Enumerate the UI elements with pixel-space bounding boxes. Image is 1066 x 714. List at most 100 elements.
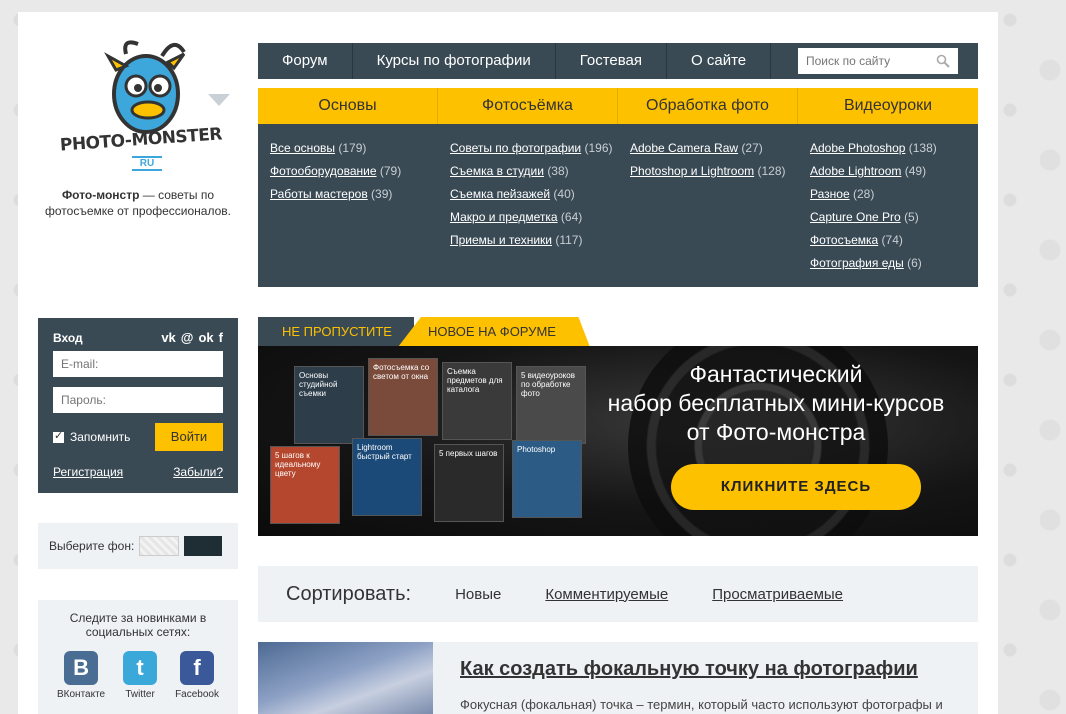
submenu-link[interactable]: Adobe Lightroom (49) xyxy=(810,163,978,179)
category-shooting[interactable]: Фотосъёмка xyxy=(438,88,618,124)
banner-line-2: набор бесплатных мини-курсов xyxy=(607,390,945,416)
search-icon[interactable] xyxy=(936,54,950,68)
site-tagline: Фото-монстр — советы по фотосъемке от пр… xyxy=(38,187,238,219)
article-card: Как создать фокальную точку на фотографи… xyxy=(258,642,978,714)
submenu-column-basics: Все основы (179) Фотооборудование (79) Р… xyxy=(258,140,438,287)
login-header: Вход vk @ ok f xyxy=(53,330,223,345)
register-link[interactable]: Регистрация xyxy=(53,465,123,479)
article-thumbnail[interactable] xyxy=(258,642,433,714)
top-navigation: Форум Курсы по фотографии Гостевая О сай… xyxy=(258,43,978,79)
facebook-link[interactable]: f Facebook xyxy=(175,651,219,702)
social-follow-panel: Следите за новинками в социальных сетях:… xyxy=(38,600,238,714)
category-video[interactable]: Видеоуроки xyxy=(798,88,978,124)
category-editing[interactable]: Обработка фото xyxy=(618,88,798,124)
submenu-link[interactable]: Приемы и техники (117) xyxy=(450,232,618,248)
course-box: Съемка предметов для каталога xyxy=(442,362,512,440)
submenu-column-shooting: Советы по фотографии (196) Съемка в студ… xyxy=(438,140,618,287)
category-bar: Основы Фотосъёмка Обработка фото Видеоур… xyxy=(258,88,978,124)
password-field[interactable] xyxy=(53,387,223,413)
tagline-brand: Фото-монстр xyxy=(61,188,140,202)
sort-option-viewed[interactable]: Просматриваемые xyxy=(712,586,843,603)
sort-bar: Сортировать: Новые Комментируемые Просма… xyxy=(258,566,978,622)
course-box: Фотосъемка со светом от окна xyxy=(368,358,438,436)
background-chooser: Выберите фон: xyxy=(38,523,238,569)
site-logo[interactable]: PHOTO-MONSTER RU xyxy=(59,34,240,194)
course-box: Photoshop xyxy=(512,440,582,518)
submenu-link[interactable]: Photoshop и Lightroom (128) xyxy=(630,163,798,179)
tab-new-on-forum[interactable]: НОВОЕ НА ФОРУМЕ xyxy=(398,317,590,347)
category-basics[interactable]: Основы xyxy=(258,88,438,124)
course-box: 5 шагов к идеальному цвету xyxy=(270,446,340,524)
twitter-link[interactable]: t Twitter xyxy=(123,651,158,702)
background-swatch-light[interactable] xyxy=(139,536,180,556)
sort-label: Сортировать: xyxy=(286,582,412,605)
submenu-link[interactable]: Советы по фотографии (196) xyxy=(450,140,618,156)
search-input[interactable] xyxy=(806,54,934,68)
social-follow-text: Следите за новинками в социальных сетях: xyxy=(69,611,207,639)
vkontakte-label: ВКонтакте xyxy=(56,689,106,700)
logo-tld-text: RU xyxy=(132,156,162,171)
remember-checkbox[interactable]: Запомнить xyxy=(53,429,131,444)
sort-option-new[interactable]: Новые xyxy=(455,586,501,603)
search-box xyxy=(798,48,958,74)
submenu-link[interactable]: Фотосъемка (74) xyxy=(810,232,978,248)
submenu-link[interactable]: Макро и предметка (64) xyxy=(450,209,618,225)
article-excerpt: Фокусная (фокальная) точка – термин, кот… xyxy=(460,697,943,712)
facebook-icon: f xyxy=(180,651,215,685)
banner-cta-button[interactable]: КЛИКНИТЕ ЗДЕСЬ xyxy=(671,464,921,510)
submenu-link[interactable]: Съемка пейзажей (40) xyxy=(450,186,618,202)
article-title[interactable]: Как создать фокальную точку на фотографи… xyxy=(460,658,918,681)
login-title: Вход xyxy=(53,330,83,345)
submenu-link[interactable]: Работы мастеров (39) xyxy=(270,186,438,202)
submenu-column-editing: Adobe Camera Raw (27) Photoshop и Lightr… xyxy=(618,140,798,287)
nav-courses[interactable]: Курсы по фотографии xyxy=(353,43,556,79)
facebook-label: Facebook xyxy=(175,689,219,700)
submenu-link[interactable]: Фотооборудование (79) xyxy=(270,163,438,179)
social-network-icons: B ВКонтакте t Twitter f Facebook xyxy=(38,651,238,702)
login-button[interactable]: Войти xyxy=(155,423,223,451)
nav-about[interactable]: О сайте xyxy=(667,43,772,79)
vkontakte-link[interactable]: B ВКонтакте xyxy=(57,651,105,702)
course-boxes-image: Основы студийной съемки Фотосъемка со св… xyxy=(266,354,596,534)
course-box: 5 первых шагов xyxy=(434,444,504,522)
page-container: PHOTO-MONSTER RU Фото-монстр — советы по… xyxy=(18,12,998,714)
nav-forum[interactable]: Форум xyxy=(258,43,353,79)
mailru-icon[interactable]: @ xyxy=(181,330,194,345)
banner-tabs: НЕ ПРОПУСТИТЕ НОВОЕ НА ФОРУМЕ xyxy=(258,317,590,347)
course-box: Основы студийной съемки xyxy=(294,366,364,444)
sort-option-commented[interactable]: Комментируемые xyxy=(545,586,668,603)
logo-arrow-icon xyxy=(208,94,230,106)
login-actions-row: Запомнить Войти xyxy=(53,423,223,451)
banner-headline: Фантастический набор бесплатных мини-кур… xyxy=(586,360,966,447)
login-panel: Вход vk @ ok f Запомнить Войти Регистрац… xyxy=(38,318,238,493)
submenu-link[interactable]: Съемка в студии (38) xyxy=(450,163,618,179)
submenu-link[interactable]: Разное (28) xyxy=(810,186,978,202)
twitter-icon: t xyxy=(123,651,158,685)
course-box: Lightroom быстрый старт xyxy=(352,438,422,516)
social-login-icons: vk @ ok f xyxy=(161,330,223,345)
promo-banner[interactable]: Основы студийной съемки Фотосъемка со св… xyxy=(258,346,978,536)
odnoklassniki-icon[interactable]: ok xyxy=(198,330,213,345)
email-field[interactable] xyxy=(53,351,223,377)
nav-guestbook[interactable]: Гостевая xyxy=(556,43,668,79)
remember-label: Запомнить xyxy=(70,430,131,444)
submenu-column-video: Adobe Photoshop (138) Adobe Lightroom (4… xyxy=(798,140,978,287)
submenu-link[interactable]: Capture One Pro (5) xyxy=(810,209,978,225)
submenu-link[interactable]: Все основы (179) xyxy=(270,140,438,156)
category-submenu: Все основы (179) Фотооборудование (79) Р… xyxy=(258,124,978,287)
tab-dont-miss[interactable]: НЕ ПРОПУСТИТЕ xyxy=(258,317,414,347)
background-chooser-label: Выберите фон: xyxy=(49,539,135,553)
course-box: 5 видеоуроков по обработке фото xyxy=(516,366,586,444)
banner-line-1: Фантастический xyxy=(689,361,863,387)
vk-icon[interactable]: vk xyxy=(161,330,175,345)
facebook-icon[interactable]: f xyxy=(219,330,223,345)
submenu-link[interactable]: Фотография еды (6) xyxy=(810,255,978,271)
forgot-password-link[interactable]: Забыли? xyxy=(173,465,223,479)
banner-line-3: от Фото-монстра xyxy=(686,419,866,445)
twitter-label: Twitter xyxy=(125,689,155,700)
checkbox-icon[interactable] xyxy=(53,429,64,443)
submenu-link[interactable]: Adobe Photoshop (138) xyxy=(810,140,978,156)
background-swatch-dark[interactable] xyxy=(184,536,223,556)
login-links: Регистрация Забыли? xyxy=(53,465,223,479)
submenu-link[interactable]: Adobe Camera Raw (27) xyxy=(630,140,798,156)
